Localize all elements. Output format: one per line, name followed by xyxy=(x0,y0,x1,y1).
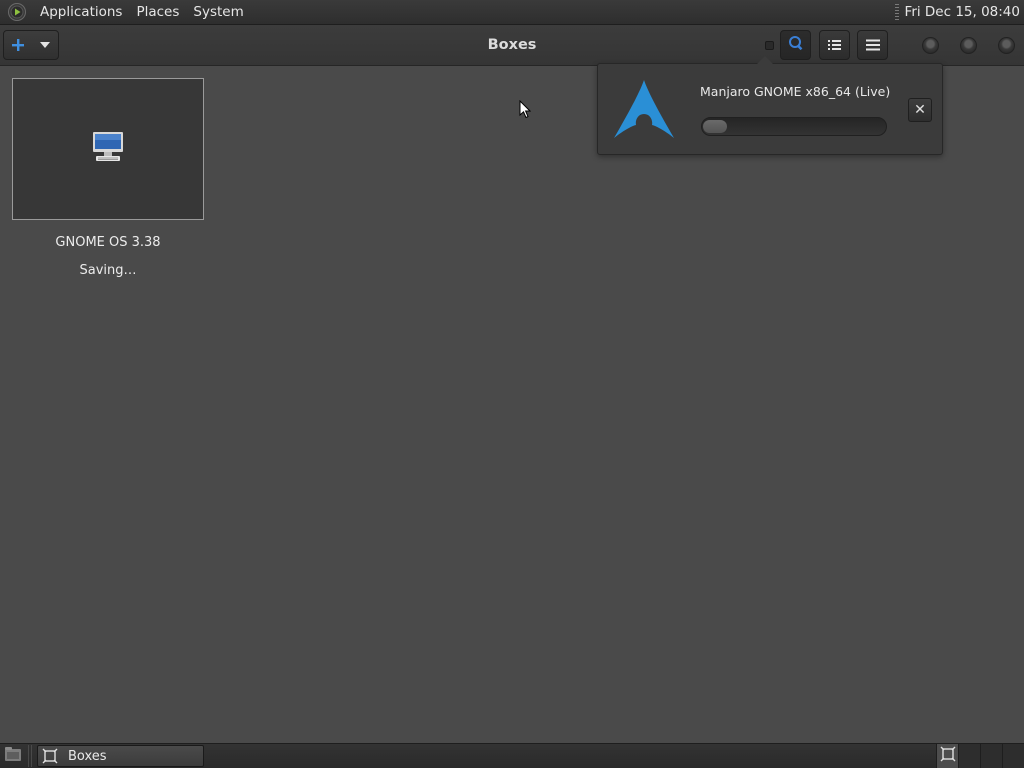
taskbar-item-boxes[interactable]: Boxes xyxy=(37,745,204,767)
menu-icon xyxy=(865,36,880,55)
computer-icon xyxy=(91,130,125,168)
new-box-button[interactable] xyxy=(3,30,59,60)
workspace-3[interactable] xyxy=(980,744,1002,768)
menu-button[interactable] xyxy=(857,30,888,60)
applications-menu[interactable]: Applications xyxy=(33,0,129,25)
clock[interactable]: Fri Dec 15, 08:40 xyxy=(905,4,1024,20)
workspace-4[interactable] xyxy=(1002,744,1024,768)
bottom-panel: Boxes xyxy=(0,743,1024,768)
show-desktop-button[interactable] xyxy=(1,744,25,768)
panel-separator xyxy=(28,745,34,767)
list-view-button[interactable] xyxy=(819,30,850,60)
minimize-button[interactable] xyxy=(922,37,939,54)
plus-icon xyxy=(4,38,32,52)
cancel-download-button[interactable]: ✕ xyxy=(908,98,932,122)
places-menu[interactable]: Places xyxy=(129,0,186,25)
downloads-popover: Manjaro GNOME x86_64 (Live) ✕ xyxy=(597,56,943,155)
download-progress-bar xyxy=(701,117,887,136)
list-view-icon xyxy=(827,36,842,55)
box-thumbnail[interactable] xyxy=(12,78,204,220)
top-panel: Applications Places System Fri Dec 15, 0… xyxy=(0,0,1024,25)
mouse-cursor-icon xyxy=(519,99,532,119)
download-title: Manjaro GNOME x86_64 (Live) xyxy=(700,84,891,99)
box-name: GNOME OS 3.38 xyxy=(55,235,161,250)
download-indicator xyxy=(765,41,774,50)
system-menu[interactable]: System xyxy=(186,0,250,25)
search-button[interactable] xyxy=(780,30,811,60)
menu-logo-icon[interactable] xyxy=(7,2,27,22)
boxes-app-icon xyxy=(940,746,956,766)
collection-view: GNOME OS 3.38 Saving… xyxy=(0,66,1024,743)
maximize-button[interactable] xyxy=(960,37,977,54)
desktop-icon xyxy=(4,746,22,766)
box-item[interactable]: GNOME OS 3.38 Saving… xyxy=(12,78,204,278)
chevron-down-icon[interactable] xyxy=(32,42,58,48)
boxes-app-icon xyxy=(41,747,59,765)
workspace-1[interactable] xyxy=(936,744,958,768)
popover-arrow xyxy=(757,56,773,64)
box-status: Saving… xyxy=(79,263,137,278)
workspace-2[interactable] xyxy=(958,744,980,768)
search-icon xyxy=(788,35,804,55)
panel-handle[interactable] xyxy=(894,3,899,21)
taskbar-item-label: Boxes xyxy=(68,748,107,764)
headerbar: Boxes xyxy=(0,25,1024,66)
close-window-button[interactable] xyxy=(998,37,1015,54)
close-icon: ✕ xyxy=(914,102,926,118)
panel-tray: Fri Dec 15, 08:40 xyxy=(894,0,1024,25)
workspace-switcher xyxy=(936,744,1024,768)
download-progress-fill xyxy=(703,120,727,133)
os-logo-icon xyxy=(612,78,676,140)
